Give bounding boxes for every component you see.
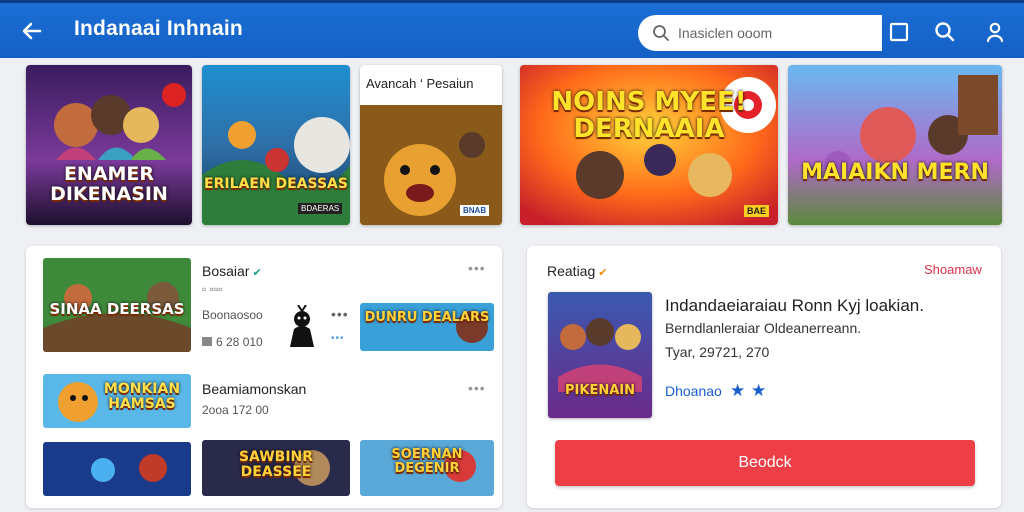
banner-game-1[interactable]: ENAMER DIKENASIN <box>26 65 192 225</box>
game-poster[interactable]: PIKENAIN <box>548 292 652 418</box>
more-options-icon[interactable]: ••• <box>468 260 486 276</box>
poster-caption: PIKENAIN <box>565 383 635 398</box>
banner-badge: BNAB <box>460 205 490 216</box>
game-thumbnail[interactable]: SOERNAN DEGENIR <box>360 440 494 496</box>
list-item-meta: Boonaosoo <box>202 308 263 322</box>
game-thumbnail[interactable]: SINAA DEERSAS <box>43 258 191 352</box>
developer-link[interactable]: Dhoanao <box>665 383 722 399</box>
banner-caption: ENAMER DIKENASIN <box>50 163 168 205</box>
search-icon[interactable] <box>932 19 958 45</box>
list-item-meta: 2ooa 172 00 <box>202 403 269 417</box>
game-release-info: Tyar, 29721, 270 <box>665 344 770 360</box>
thumbnail-caption: SINAA DEERSAS <box>49 300 185 318</box>
game-art-image <box>548 292 652 418</box>
more-options-icon[interactable]: ••• <box>468 380 486 396</box>
thumbnail-caption: MONKIAN HAMSAS <box>103 381 181 412</box>
search-input[interactable] <box>678 25 868 41</box>
top-app-bar: Indanaai Inhnain <box>0 0 1024 58</box>
banner-badge: BDAERAS <box>298 203 343 214</box>
star-icon: ★ <box>751 381 767 400</box>
list-item-meta: 6 28 010 <box>202 335 263 349</box>
search-bar[interactable] <box>638 15 882 51</box>
more-options-icon[interactable]: ••• <box>331 333 345 344</box>
character-figure-icon <box>290 305 314 347</box>
banner-game-5[interactable]: MAIAIKN MERN <box>788 65 1002 225</box>
game-art-image <box>43 442 191 496</box>
thumbnail-caption: SAWBINR DEASSEE <box>238 449 314 480</box>
game-thumbnail[interactable] <box>43 442 191 496</box>
thumbnail-caption: DUNRU DEALARS <box>364 310 490 325</box>
account-icon[interactable] <box>982 19 1008 45</box>
square-icon[interactable] <box>886 19 912 45</box>
thumbnail-caption: SOERNAN DEGENIR <box>391 447 463 476</box>
game-thumbnail[interactable]: MONKIAN HAMSAS <box>43 374 191 428</box>
list-item-title: Bosaiar ✔ <box>202 263 262 279</box>
star-icon: ★ <box>730 381 746 400</box>
banner-game-2[interactable]: ERILAEN DEASSAS BDAERAS <box>202 65 350 225</box>
book-button[interactable]: Beodck <box>555 440 975 486</box>
banner-header: Avancah ‘ Pesaiun <box>360 65 502 105</box>
game-thumbnail[interactable]: SAWBINR DEASSEE <box>202 440 350 496</box>
search-icon <box>653 25 669 41</box>
app-title: Indanaai Inhnain <box>74 17 243 40</box>
game-subtitle: Berndlanleraiar Oldeanerreann. <box>665 320 862 336</box>
game-thumbnail[interactable]: DUNRU DEALARS <box>360 303 494 351</box>
banner-caption: NOINS MYEE! DERNAAIA <box>551 87 747 145</box>
verified-check-icon: ✔ <box>598 267 608 279</box>
list-item-title: Beamiamonskan <box>202 381 307 397</box>
detail-card-heading: Reatiag ✔ <box>547 263 608 279</box>
game-title: Indandaeiaraiau Ronn Kyj loakian. <box>665 296 924 315</box>
list-item-meta: ▫ ▫▫▫ <box>202 282 223 296</box>
game-art-image <box>788 65 1002 225</box>
banner-caption: MAIAIKN MERN <box>801 160 989 185</box>
more-options-icon[interactable]: ••• <box>331 306 349 322</box>
show-all-link[interactable]: Shoamaw <box>924 262 982 277</box>
game-art-image <box>202 65 350 225</box>
banner-badge: BAE <box>744 205 770 217</box>
back-arrow-icon[interactable] <box>18 17 46 45</box>
banner-caption: ERILAEN DEASSAS <box>204 176 348 192</box>
banner-game-3[interactable]: Avancah ‘ Pesaiun BNAB <box>360 65 502 225</box>
verified-check-icon: ✔ <box>252 267 262 279</box>
banner-game-4[interactable]: NOINS MYEE! DERNAAIA BAE <box>520 65 778 225</box>
